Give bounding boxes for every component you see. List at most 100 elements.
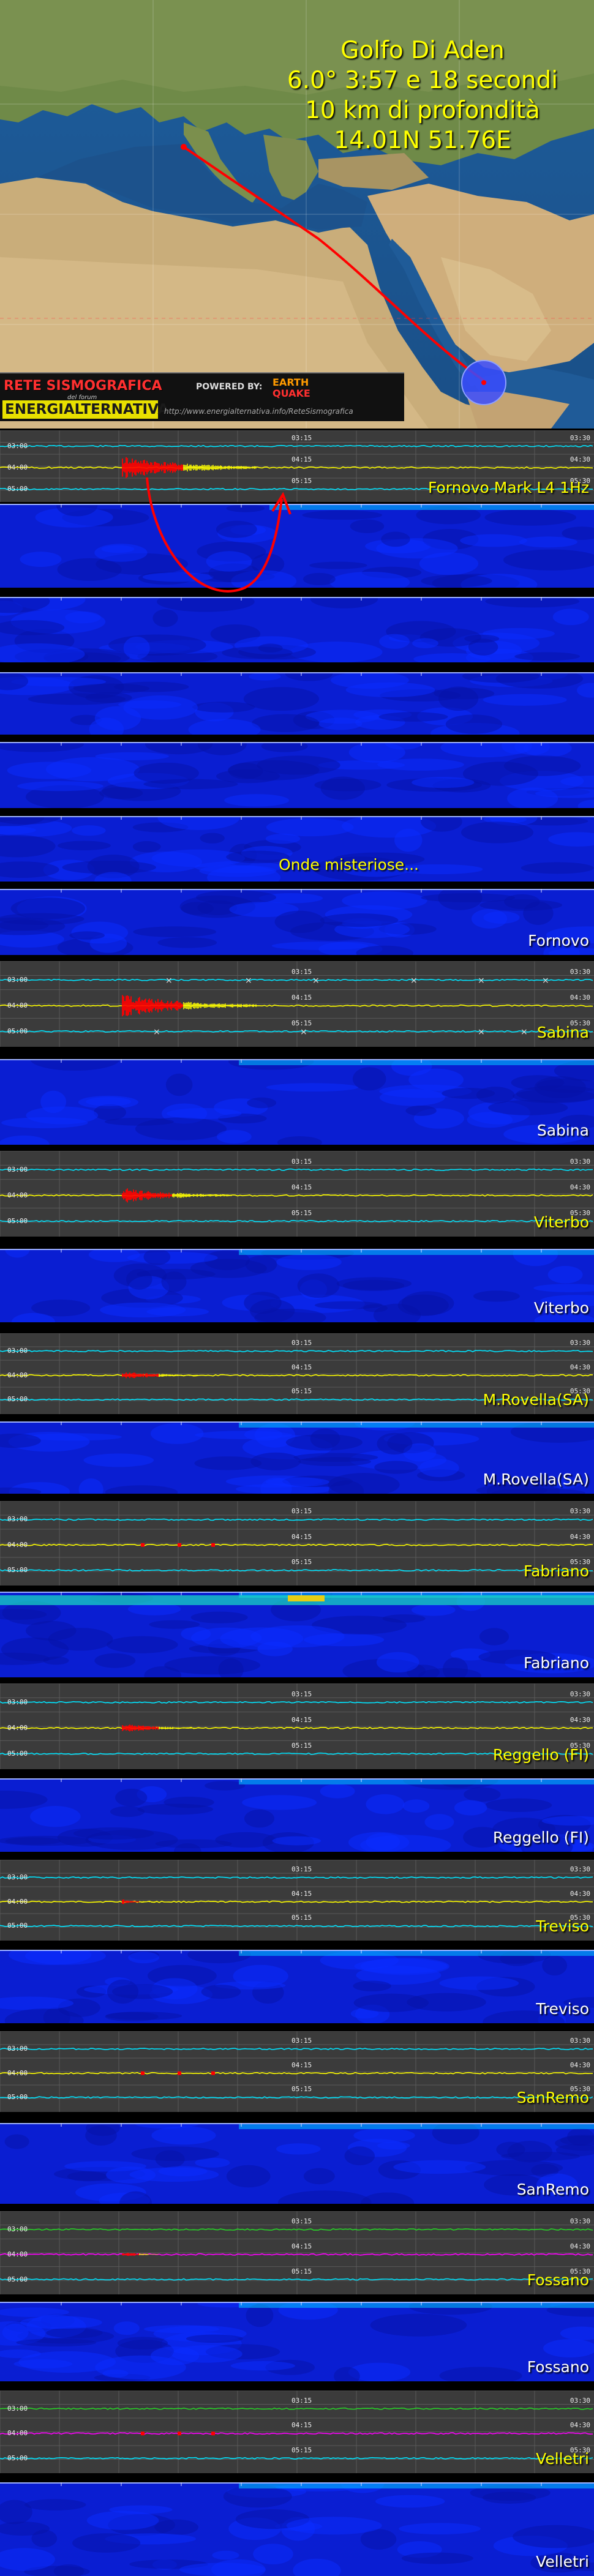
time-label-left: 05:00 bbox=[7, 2275, 28, 2283]
spectrogram-panel bbox=[0, 742, 594, 808]
spectro-blob bbox=[245, 1256, 277, 1274]
logo-rete: RETE SISMOGRAFICA bbox=[4, 378, 162, 394]
spectro-blob bbox=[353, 2128, 415, 2143]
spectro-blob bbox=[439, 1976, 519, 1990]
spectro-blob bbox=[521, 862, 594, 874]
cross-marker: × bbox=[478, 976, 485, 986]
spectro-blob bbox=[399, 2523, 481, 2535]
spectro-blob bbox=[353, 1980, 391, 1991]
spectro-blob bbox=[272, 1836, 321, 1846]
spectro-blob bbox=[65, 611, 101, 624]
time-label-left: 04:00 bbox=[7, 463, 28, 471]
seismogram-panel: 03:00 04:00 05:00 03:15 04:15 05:15 03:30 04:30… bbox=[0, 2031, 594, 2112]
spectrogram-panel: M.Rovella(SA) bbox=[0, 1421, 594, 1494]
event-marker bbox=[211, 2432, 215, 2436]
spectro-blob bbox=[212, 2550, 239, 2560]
spectro-blob bbox=[376, 1652, 419, 1673]
spectrogram-panel: Treviso bbox=[0, 1950, 594, 2023]
spectro-blob bbox=[479, 899, 563, 911]
spectro-blob bbox=[276, 2143, 321, 2155]
spectro-blob bbox=[137, 1803, 214, 1815]
spectro-blob bbox=[503, 755, 581, 776]
time-label-right: 03:30 bbox=[570, 2217, 590, 2225]
spectro-blob bbox=[143, 779, 238, 790]
time-label-left: 04:00 bbox=[7, 1001, 28, 1009]
event-magnitude-time: 6.0° 3:57 e 18 secondi bbox=[287, 67, 558, 94]
time-label-center: 03:15 bbox=[291, 1690, 312, 1698]
spectro-blob bbox=[150, 1423, 204, 1444]
time-label-left: 04:00 bbox=[7, 1723, 28, 1732]
spectro-top-border bbox=[0, 2482, 594, 2484]
cross-marker: × bbox=[521, 1027, 528, 1037]
time-label-left: 04:00 bbox=[7, 1540, 28, 1549]
time-label-center: 05:15 bbox=[291, 1558, 312, 1567]
spectrogram-panel: Velletri bbox=[0, 2482, 594, 2576]
spectro-blob bbox=[217, 1129, 252, 1144]
spectro-blob bbox=[24, 2499, 86, 2510]
spectro-blob bbox=[514, 652, 581, 661]
spectro-blob bbox=[402, 1799, 430, 1813]
spectro-blob bbox=[123, 695, 198, 720]
spectrogram-station-label: Treviso bbox=[536, 2000, 589, 2018]
spectro-blob bbox=[45, 757, 140, 782]
spectro-blob bbox=[320, 1784, 355, 1799]
logo-bar: RETE SISMOGRAFICA del forum ENERGIALTERN… bbox=[0, 372, 404, 421]
seismogram-station-label: Fossano bbox=[527, 2271, 589, 2289]
spectro-blob bbox=[274, 910, 325, 934]
time-label-left: 04:00 bbox=[7, 1371, 28, 1379]
spectro-top-border bbox=[0, 672, 594, 673]
spectro-blob bbox=[352, 1067, 386, 1091]
spectrogram-panel bbox=[0, 504, 594, 588]
cross-marker: × bbox=[478, 1027, 485, 1037]
logo-url[interactable]: http://www.energialternativa.info/ReteSi… bbox=[164, 407, 353, 416]
epicenter-map: Golfo Di Aden 6.0° 3:57 e 18 secondi 10 … bbox=[0, 0, 594, 429]
spectro-blob bbox=[26, 1106, 99, 1125]
spectro-blob bbox=[69, 931, 105, 940]
time-label-center: 04:15 bbox=[291, 1715, 312, 1724]
spectro-blob bbox=[83, 1453, 154, 1467]
seismogram-station-label: M.Rovella(SA) bbox=[483, 1391, 589, 1409]
spectro-blob bbox=[201, 1985, 241, 1999]
spectro-blob bbox=[0, 919, 49, 931]
seismogram-panel: 03:00 04:00 05:00 03:15 04:15 05:15 03:30 04:30… bbox=[0, 1860, 594, 1941]
spectro-blob bbox=[401, 2552, 473, 2564]
spectro-blob bbox=[30, 1806, 81, 1827]
logo-earthquake: EARTH QUAKE bbox=[273, 377, 310, 399]
logo-powered-by: POWERED BY: bbox=[196, 382, 263, 392]
time-label-right: 03:30 bbox=[570, 1690, 590, 1698]
spectro-blob bbox=[394, 828, 423, 852]
time-label-left: 03:00 bbox=[7, 1515, 28, 1524]
spectro-blob bbox=[442, 1088, 495, 1099]
time-label-center: 03:15 bbox=[291, 1157, 312, 1166]
spectrogram-station-label: Velletri bbox=[536, 2553, 589, 2570]
time-label-center: 05:15 bbox=[291, 1914, 312, 1922]
spectro-blob bbox=[94, 544, 148, 562]
annotation-onde-misteriose: Onde misteriose... bbox=[279, 856, 419, 874]
spectro-blob bbox=[128, 1952, 160, 1964]
time-label-center: 05:15 bbox=[291, 1741, 312, 1750]
spectrogram-station-label: Fornovo bbox=[528, 932, 589, 949]
spectro-blob bbox=[133, 926, 217, 937]
spectro-blob bbox=[107, 1979, 139, 2004]
spectro-blob bbox=[126, 1269, 152, 1290]
spectro-blob bbox=[377, 2141, 410, 2150]
spectro-blob bbox=[17, 781, 103, 792]
spectro-blob bbox=[151, 2126, 216, 2145]
cross-marker: × bbox=[245, 976, 252, 986]
spectro-blob bbox=[379, 634, 410, 649]
spectro-blob bbox=[375, 2495, 445, 2508]
time-label-left: 03:00 bbox=[7, 1698, 28, 1706]
spectro-blob bbox=[485, 1798, 552, 1812]
spectro-blob bbox=[421, 574, 492, 588]
spectro-blob bbox=[257, 755, 340, 775]
spectro-blob bbox=[271, 942, 369, 950]
seismogram-panel: 03:00 04:00 05:00 03:15 04:15 05:15 03:30 04:30… bbox=[0, 1151, 594, 1237]
spectro-blob bbox=[405, 1105, 437, 1116]
spectro-blob bbox=[330, 672, 409, 689]
spectro-blob bbox=[73, 683, 150, 694]
spectrogram-station-label: Sabina bbox=[536, 1121, 589, 1139]
time-label-right: 03:30 bbox=[570, 1157, 590, 1166]
spectro-top-border bbox=[0, 504, 594, 505]
spectro-blob bbox=[28, 693, 126, 705]
spectro-blob bbox=[320, 776, 366, 800]
